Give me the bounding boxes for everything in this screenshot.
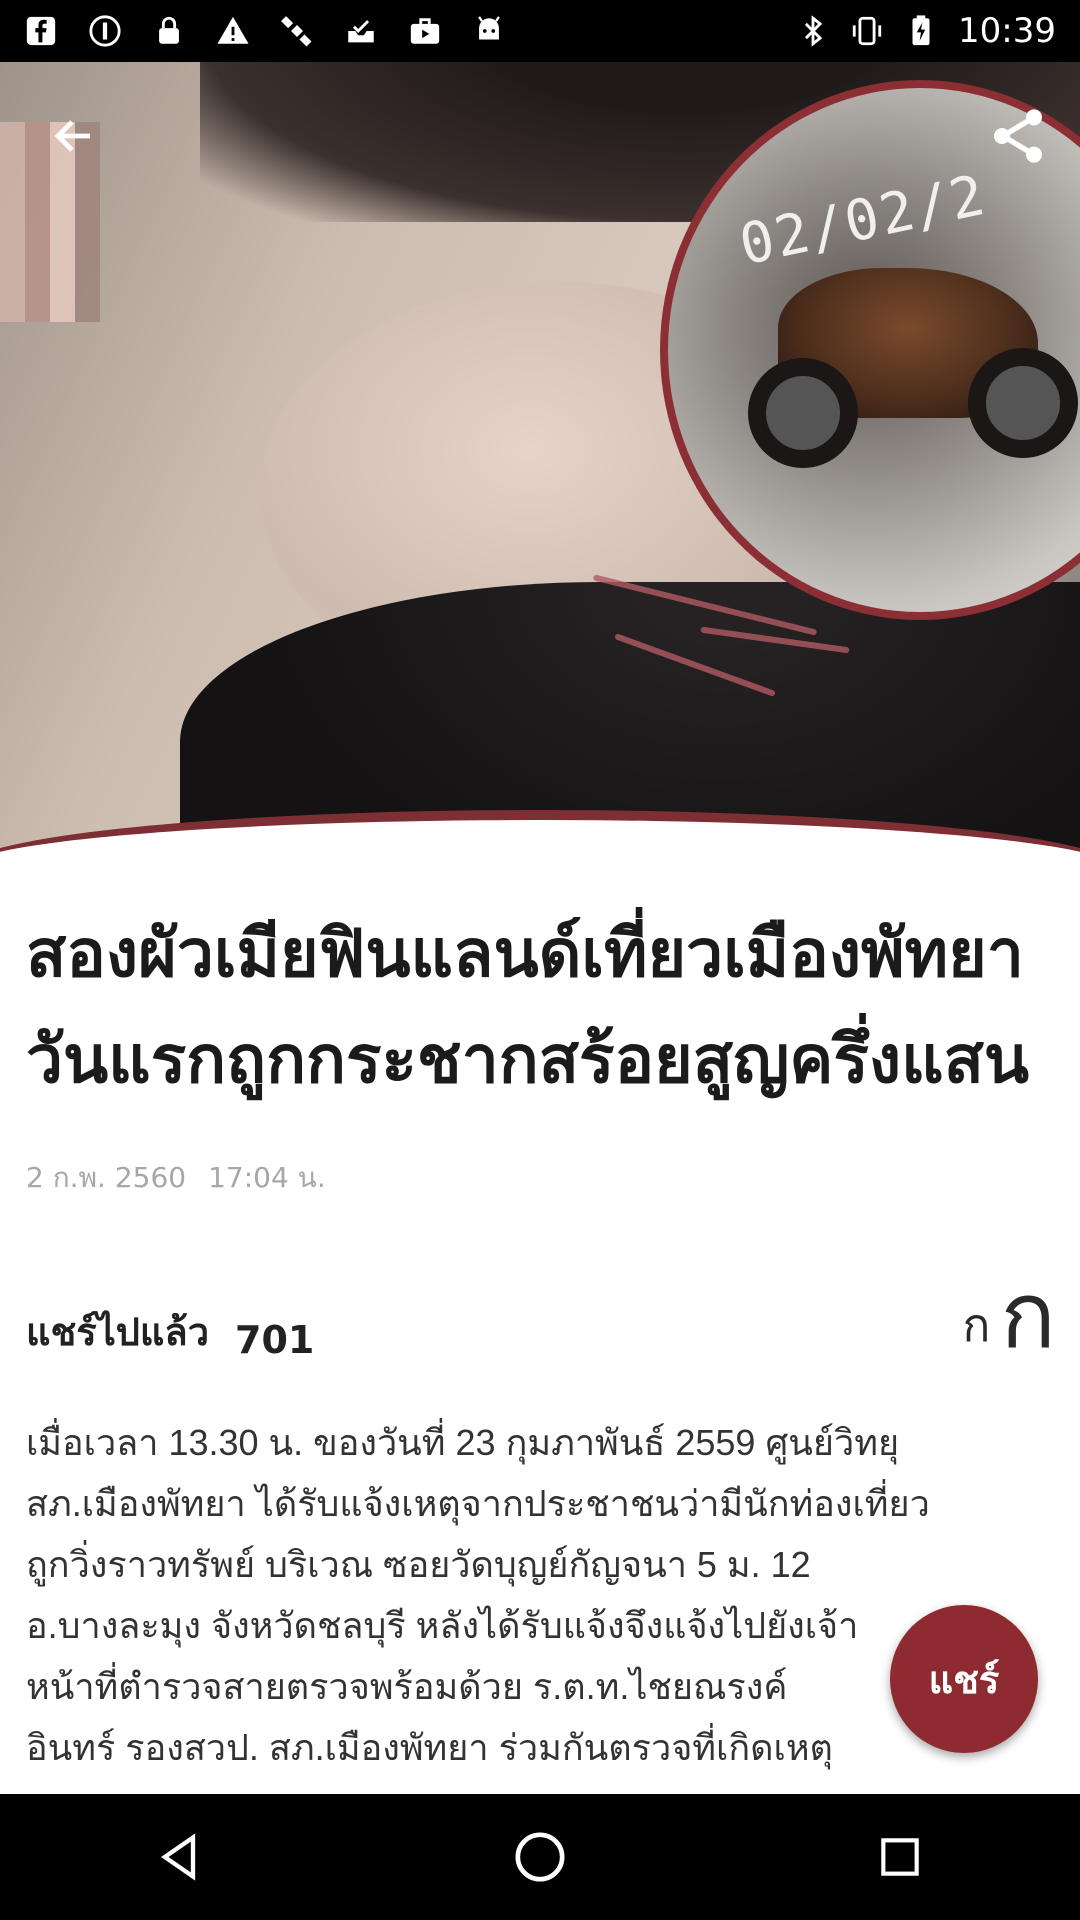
navigation-bar — [0, 1794, 1080, 1920]
headline-line: วันแรกถูกกระชากสร้อยสูญครึ่งแสน — [26, 1022, 1030, 1096]
dnd-icon — [89, 15, 121, 47]
nav-back-button[interactable] — [120, 1807, 240, 1907]
share-top-button[interactable] — [978, 96, 1058, 176]
inbox-icon — [348, 20, 374, 43]
article-date: 2 ก.พ. 2560 — [26, 1161, 187, 1194]
nav-recents-button[interactable] — [840, 1807, 960, 1907]
status-bar: 10:39 — [0, 0, 1080, 62]
warning-icon — [217, 16, 249, 44]
facebook-icon — [26, 16, 56, 46]
font-size-large-button[interactable]: ก — [1000, 1270, 1056, 1362]
shared-count: 701 — [235, 1318, 315, 1362]
share-icon — [994, 109, 1042, 163]
battery-charging-icon — [912, 15, 930, 46]
share-fab-button[interactable]: แชร์ — [890, 1605, 1038, 1753]
hero-image: 02/02/2 — [0, 62, 1080, 862]
motorcycle-wheel — [748, 358, 858, 468]
shared-label: แชร์ไปแล้ว — [26, 1310, 210, 1354]
headline-line: สองผัวเมียฟินแลนด์เที่ยวเมืองพัทยา — [26, 916, 1024, 990]
square-recents-icon — [881, 1838, 919, 1876]
back-button[interactable] — [34, 96, 114, 176]
clock: 10:39 — [958, 11, 1056, 51]
nav-home-button[interactable] — [480, 1807, 600, 1907]
circle-home-icon — [515, 1832, 565, 1882]
motorcycle-wheel — [968, 348, 1078, 458]
article-meta: 2 ก.พ. 2560 17:04 น. — [26, 1156, 1056, 1200]
android-icon — [478, 16, 500, 40]
lock-icon — [159, 16, 179, 44]
system-status: 10:39 — [796, 11, 1056, 51]
vibrate-icon — [852, 16, 882, 46]
article-headline: สองผัวเมียฟินแลนด์เที่ยวเมืองพัทยา วันแร… — [26, 900, 1056, 1112]
font-size-control: ก ก — [962, 1270, 1056, 1362]
font-size-small-button[interactable]: ก — [962, 1289, 990, 1362]
article-time: 17:04 น. — [208, 1161, 326, 1194]
body-line: อินทร์ รองสวป. สภ.เมืองพัทยา ร่วมกันตรวจ… — [26, 1727, 833, 1768]
briefcase-icon — [410, 18, 440, 44]
bluetooth-icon — [804, 15, 823, 47]
article-body: เมื่อเวลา 13.30 น. ของวันที่ 23 กุมภาพัน… — [26, 1412, 1056, 1778]
body-line: เมื่อเวลา 13.30 น. ของวันที่ 23 กุมภาพัน… — [26, 1422, 900, 1463]
notification-icons — [24, 14, 506, 48]
body-line: สภ.เมืองพัทยา ได้รับแจ้งเหตุจากประชาชนว่… — [26, 1483, 930, 1524]
arrow-left-icon — [54, 120, 90, 152]
body-line: ถูกวิ่งราวทรัพย์ บริเวณ ซอยวัดบุญย์กัญจน… — [26, 1544, 811, 1585]
satellite-icon — [281, 16, 312, 47]
triangle-back-icon — [161, 1833, 196, 1881]
share-stats-row: แชร์ไปแล้ว 701 ก ก — [26, 1270, 1056, 1363]
cctv-date-stamp: 02/02/2 — [733, 162, 993, 279]
